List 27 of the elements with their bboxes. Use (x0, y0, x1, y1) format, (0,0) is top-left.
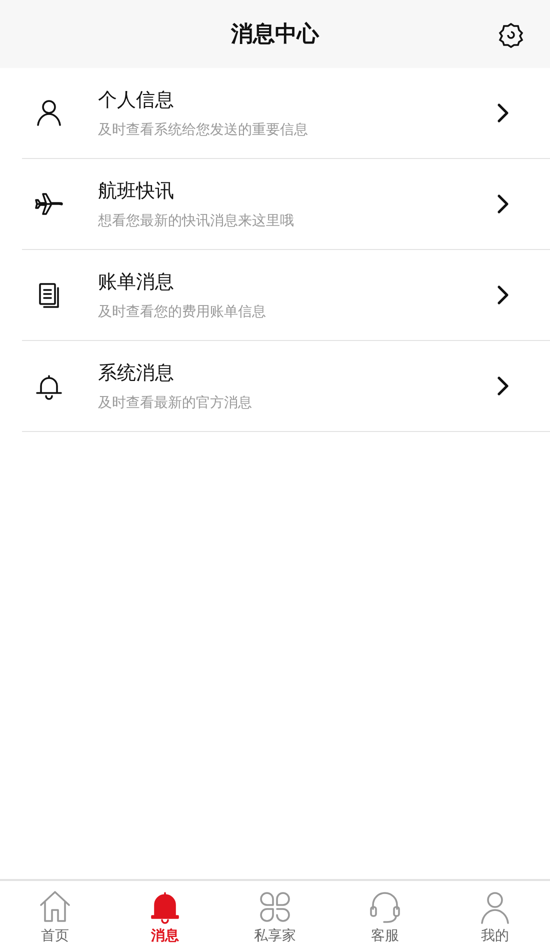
chevron-icon (496, 284, 510, 306)
item-subtitle: 及时查看最新的官方消息 (98, 394, 253, 412)
item-subtitle: 想看您最新的快讯消息来这里哦 (98, 212, 295, 230)
clover-icon (257, 889, 293, 925)
item-title: 系统消息 (98, 361, 175, 386)
person-icon (34, 98, 64, 128)
item-title: 个人信息 (98, 88, 175, 113)
chevron-icon (496, 102, 510, 124)
settings-icon[interactable] (498, 22, 524, 48)
tab-bar-item[interactable]: 消息 (110, 881, 220, 952)
headset-icon (367, 889, 403, 925)
message-category-item[interactable]: 航班快讯 想看您最新的快讯消息来这里哦 (22, 159, 550, 250)
tab-bar-item[interactable]: 我的 (440, 881, 550, 952)
chevron-icon (496, 193, 510, 215)
message-category-item[interactable]: 账单消息 及时查看您的费用账单信息 (22, 250, 550, 341)
item-title: 航班快讯 (98, 179, 175, 204)
page-title: 消息中心 (231, 20, 319, 49)
item-title: 账单消息 (98, 270, 175, 295)
item-subtitle: 及时查看您的费用账单信息 (98, 303, 267, 321)
tab-bar-item[interactable]: 客服 (330, 881, 440, 952)
home-icon (37, 889, 73, 925)
message-category-item[interactable]: 系统消息 及时查看最新的官方消息 (22, 341, 550, 432)
item-subtitle: 及时查看系统给您发送的重要信息 (98, 121, 309, 139)
message-category-item[interactable]: 个人信息 及时查看系统给您发送的重要信息 (22, 68, 550, 159)
tab-bar-item[interactable]: 首页 (0, 881, 110, 952)
tab-bar-item[interactable]: 私享家 (220, 881, 330, 952)
chevron-icon (496, 375, 510, 397)
